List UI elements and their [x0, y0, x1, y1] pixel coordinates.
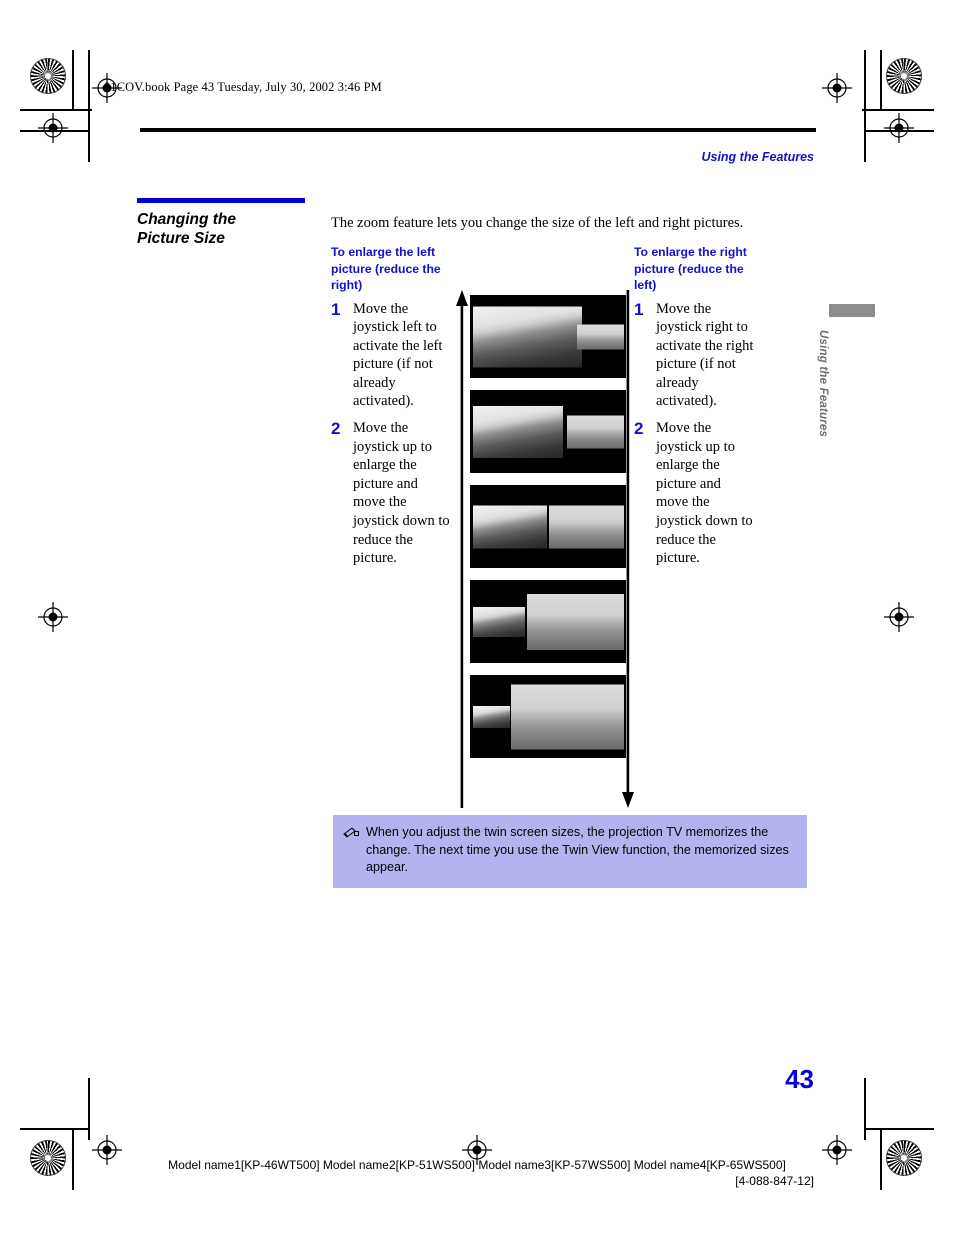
step-text: Move the joystick right to activate the … — [656, 300, 754, 410]
right-column-heading: To enlarge the right picture (reduce the… — [634, 245, 747, 292]
running-head: Using the Features — [701, 150, 814, 164]
left-picture — [473, 705, 510, 728]
crop-line — [88, 1078, 90, 1140]
left-picture — [473, 606, 525, 637]
left-picture — [473, 505, 547, 548]
list-item: 2 Move the joystick up to enlarge the pi… — [634, 419, 754, 568]
side-tab-bar — [829, 304, 875, 317]
crop-line — [864, 50, 866, 162]
right-picture — [567, 415, 624, 448]
step-number: 1 — [634, 299, 644, 319]
crop-line — [72, 50, 74, 110]
footer-model-names: Model name1[KP-46WT500] Model name2[KP-5… — [168, 1158, 786, 1172]
right-picture — [511, 684, 624, 749]
tv-frame — [470, 675, 626, 758]
step-text: Move the joystick up to enlarge the pict… — [353, 420, 450, 567]
crop-line — [20, 109, 92, 111]
registration-mark-mid-right — [884, 602, 914, 632]
tv-frame — [470, 295, 626, 378]
crop-line — [88, 50, 90, 162]
tv-frame — [470, 485, 626, 568]
left-column-heading: To enlarge the left picture (reduce the … — [331, 245, 441, 292]
density-star-top-right — [886, 58, 922, 94]
instructions-right-column: To enlarge the right picture (reduce the… — [634, 244, 754, 576]
right-picture — [577, 324, 624, 349]
file-info-header: 01COV.book Page 43 Tuesday, July 30, 200… — [104, 80, 382, 94]
crop-line — [864, 1128, 934, 1130]
list-item: 2 Move the joystick up to enlarge the pi… — [331, 419, 451, 568]
step-number: 1 — [331, 299, 341, 319]
page-title: Changing the Picture Size — [137, 210, 322, 248]
crop-line — [20, 1128, 90, 1130]
right-picture — [527, 593, 624, 650]
step-number: 2 — [331, 419, 341, 439]
side-tab-label: Using the Features — [817, 330, 829, 438]
instructions-left-column: To enlarge the left picture (reduce the … — [331, 244, 451, 576]
page-title-line1: Changing the — [137, 211, 237, 228]
tv-frame — [470, 580, 626, 663]
page-canvas: 01COV.book Page 43 Tuesday, July 30, 200… — [0, 0, 954, 1235]
note-box: When you adjust the twin screen sizes, t… — [333, 815, 807, 888]
registration-mark-mid-left — [38, 602, 68, 632]
crop-line — [864, 1078, 866, 1140]
intro-paragraph: The zoom feature lets you change the siz… — [331, 215, 744, 231]
registration-mark-left — [38, 113, 68, 143]
step-text: Move the joystick up to enlarge the pict… — [656, 420, 753, 567]
left-picture — [473, 306, 582, 367]
tv-frame — [470, 390, 626, 473]
twin-view-illustration — [470, 295, 626, 770]
crop-line — [880, 50, 882, 110]
registration-mark-top-right — [822, 73, 852, 103]
right-picture — [549, 505, 624, 548]
list-item: 1 Move the joystick right to activate th… — [634, 300, 754, 412]
note-text: When you adjust the twin screen sizes, t… — [366, 825, 789, 875]
list-item: 1 Move the joystick left to activate the… — [331, 300, 451, 412]
page-number: 43 — [785, 1064, 814, 1094]
footer-doc-number: [4-088-847-12] — [735, 1174, 814, 1188]
left-picture — [473, 405, 563, 458]
page-title-line2: Picture Size — [137, 230, 225, 247]
step-number: 2 — [634, 419, 644, 439]
step-text: Move the joystick left to activate the l… — [353, 300, 443, 410]
density-star-top-left — [30, 58, 66, 94]
header-rule — [140, 128, 816, 132]
pencil-note-icon — [343, 824, 359, 877]
crop-line — [862, 109, 934, 111]
up-arrow-icon — [455, 290, 469, 808]
section-title-rule — [137, 198, 305, 203]
registration-mark-right — [884, 113, 914, 143]
